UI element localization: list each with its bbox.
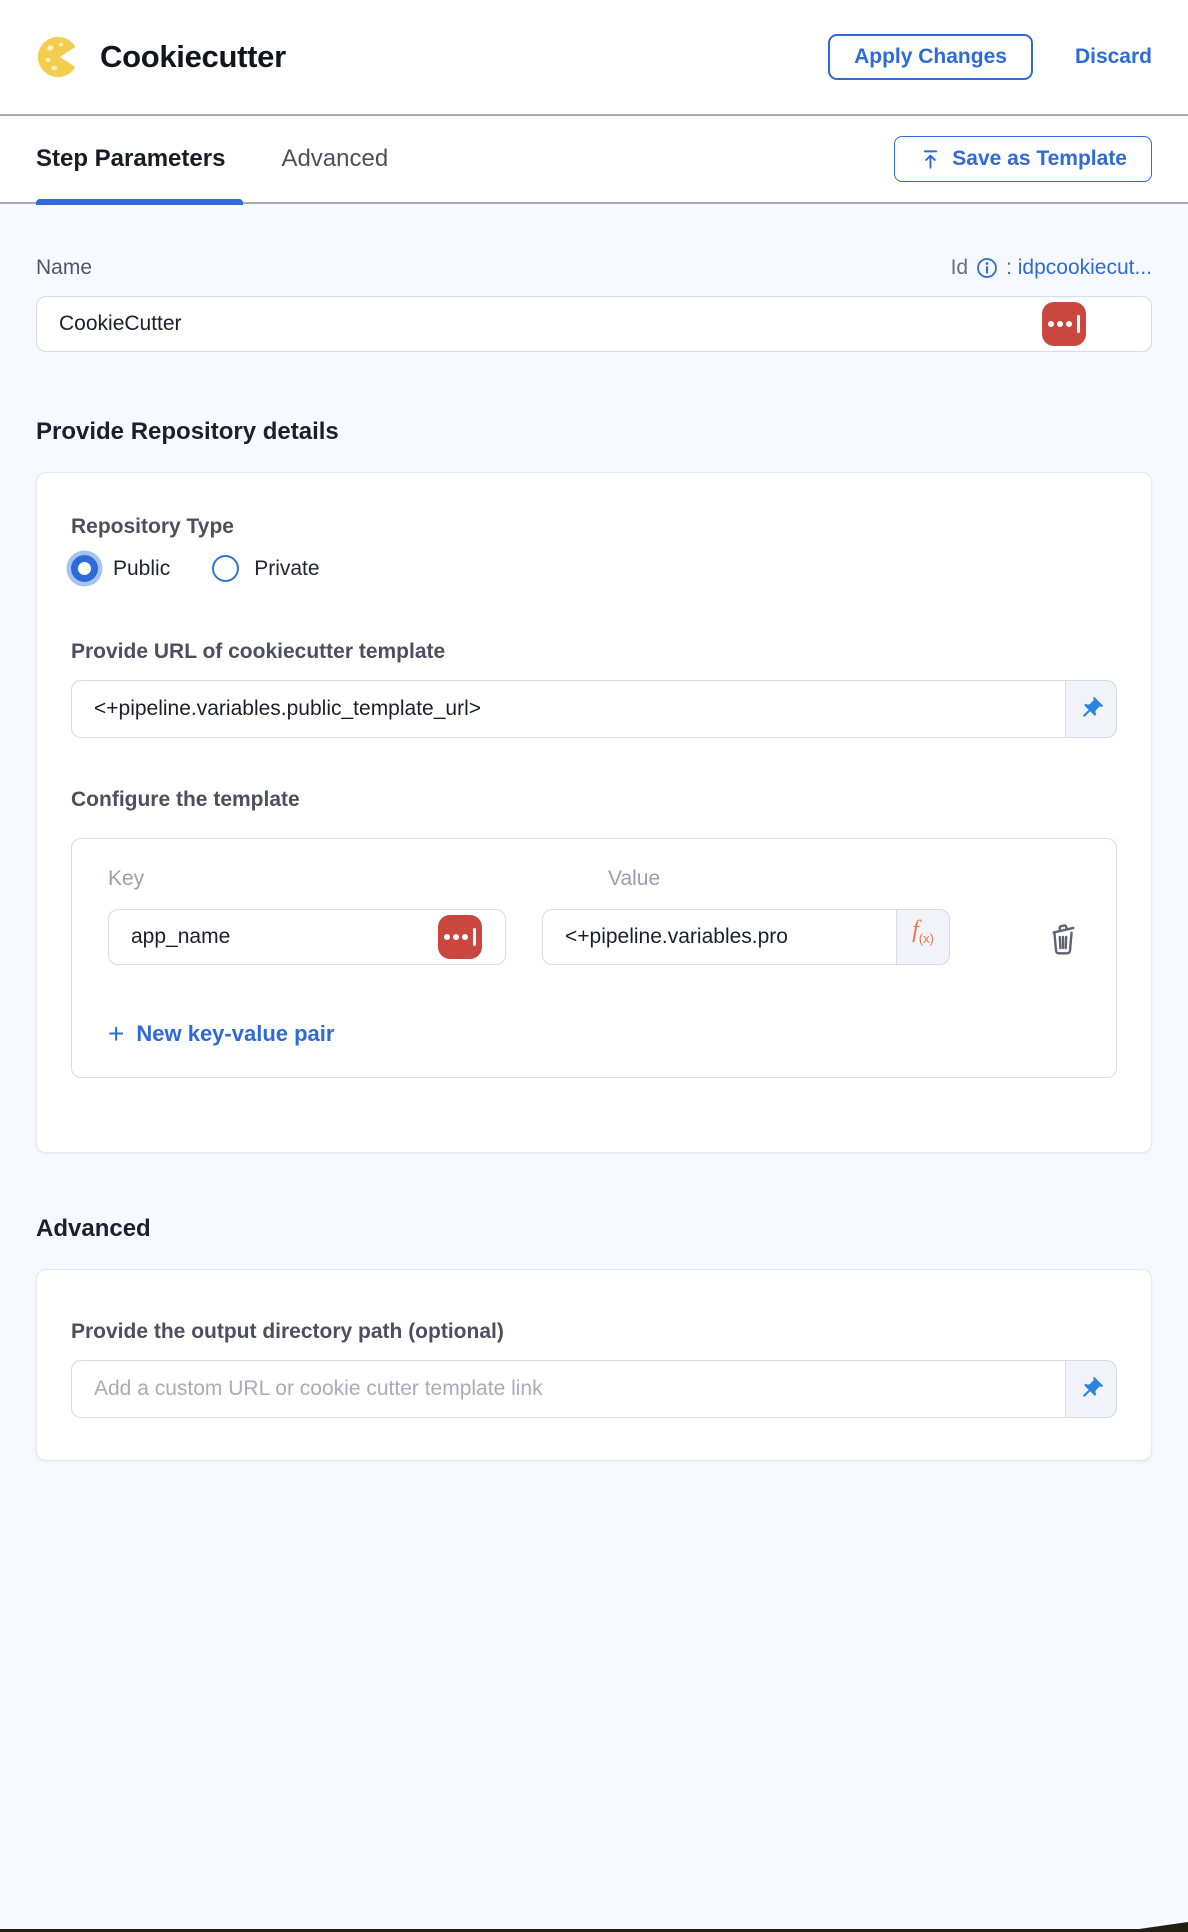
value-field-wrapper: f(x) [542, 909, 950, 965]
tab-step-parameters-label: Step Parameters [36, 145, 225, 173]
step-id-value[interactable]: : idpcookiecut... [1006, 256, 1152, 280]
fixed-value-type-icon[interactable] [438, 915, 482, 959]
save-as-template-button[interactable]: Save as Template [894, 136, 1152, 182]
plus-icon: + [108, 1023, 124, 1045]
output-directory-group [71, 1360, 1117, 1418]
info-icon[interactable] [976, 257, 998, 279]
radio-private-control[interactable] [212, 555, 239, 582]
step-parameters-panel: Name Id : idpcookiecut... Provide Reposi… [0, 204, 1188, 1461]
tab-advanced-label: Advanced [281, 145, 388, 173]
template-url-label: Provide URL of cookiecutter template [71, 640, 1117, 664]
radio-private[interactable]: Private [212, 555, 319, 582]
pin-icon [1073, 1371, 1110, 1408]
output-directory-input[interactable] [71, 1360, 1065, 1418]
upload-icon [919, 148, 942, 171]
repository-details-heading: Provide Repository details [36, 418, 1152, 446]
apply-changes-button[interactable]: Apply Changes [828, 34, 1033, 80]
configure-template-label: Configure the template [71, 788, 1117, 812]
add-key-value-label: New key-value pair [136, 1021, 334, 1047]
repository-type-radio-group: Public Private [71, 555, 1117, 582]
save-as-template-label: Save as Template [952, 147, 1127, 171]
fixed-value-type-icon[interactable] [1042, 302, 1086, 346]
radio-public[interactable]: Public [71, 555, 170, 582]
tab-step-parameters[interactable]: Step Parameters [36, 115, 243, 203]
key-field-wrapper [108, 909, 506, 965]
value-input[interactable] [542, 909, 896, 965]
output-directory-pin-addon[interactable] [1065, 1360, 1117, 1418]
fx-expression-icon: f(x) [912, 918, 934, 945]
repository-type-label: Repository Type [71, 515, 1117, 539]
name-label: Name [36, 256, 92, 280]
advanced-card: Provide the output directory path (optio… [36, 1269, 1152, 1461]
radio-public-label: Public [113, 557, 170, 581]
advanced-heading: Advanced [36, 1215, 1152, 1243]
cookiecutter-logo [36, 34, 82, 80]
expression-type-addon[interactable]: f(x) [896, 909, 950, 965]
key-value-row: f(x) [108, 909, 1080, 965]
radio-private-label: Private [254, 557, 319, 581]
repository-details-card: Repository Type Public Private Provide U… [36, 472, 1152, 1153]
radio-public-control[interactable] [71, 555, 98, 582]
key-column-header: Key [108, 867, 506, 891]
key-value-editor: Key Value f(x) [71, 838, 1117, 1078]
name-field-wrapper [36, 296, 1152, 352]
add-key-value-button[interactable]: + New key-value pair [108, 1021, 334, 1047]
step-config-header: Cookiecutter Apply Changes Discard [0, 0, 1188, 116]
value-column-header: Value [608, 867, 660, 891]
page-title: Cookiecutter [100, 39, 286, 75]
delete-row-button[interactable] [1044, 915, 1082, 960]
id-label: Id [951, 256, 969, 280]
pin-icon [1073, 691, 1110, 728]
output-directory-label: Provide the output directory path (optio… [71, 1320, 1117, 1344]
name-input[interactable] [36, 296, 1152, 352]
tab-advanced[interactable]: Advanced [281, 115, 388, 203]
template-url-pin-addon[interactable] [1065, 680, 1117, 738]
discard-button[interactable]: Discard [1075, 45, 1152, 69]
template-url-group [71, 680, 1117, 738]
trash-icon [1044, 915, 1082, 957]
template-url-input[interactable] [71, 680, 1065, 738]
bottom-edge-artifact [0, 1922, 1188, 1932]
step-tabs: Step Parameters Advanced Save as Templat… [0, 116, 1188, 204]
